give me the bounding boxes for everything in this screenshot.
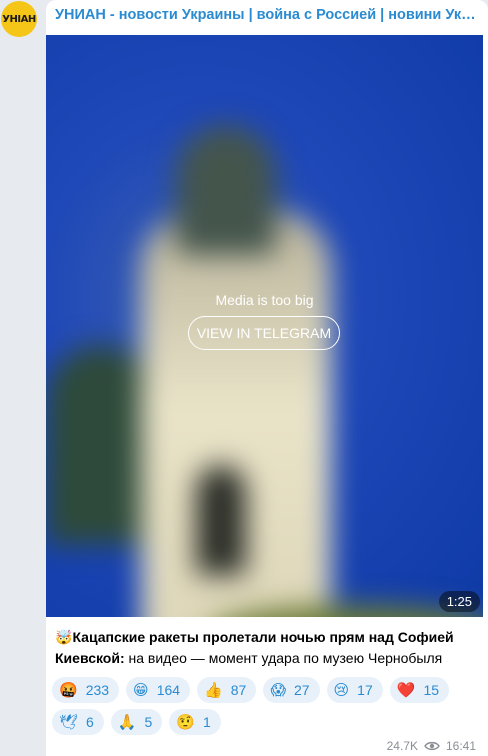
- thumbnail-cupola-shape: [176, 125, 276, 255]
- reaction-count: 15: [423, 682, 440, 698]
- scream-face-icon: 😱: [270, 681, 286, 699]
- reaction-pray[interactable]: 🙏 5: [110, 709, 163, 735]
- reaction-count: 6: [86, 714, 94, 730]
- media-too-big-text: Media is too big: [215, 292, 314, 308]
- thumbnail-window-shape: [196, 465, 246, 575]
- folded-hands-icon: 🙏: [117, 713, 137, 731]
- reaction-angry[interactable]: 🤬 233: [52, 677, 120, 703]
- message-time: 16:41: [445, 739, 476, 753]
- angry-face-icon: 🤬: [59, 681, 78, 699]
- reaction-count: 87: [230, 682, 247, 698]
- reaction-count: 17: [357, 682, 373, 698]
- view-count: 24.7K: [386, 739, 418, 753]
- reaction-count: 1: [203, 714, 211, 730]
- reaction-raised-eyebrow[interactable]: 🤨 1: [169, 709, 221, 735]
- reaction-cry[interactable]: 😢 17: [326, 677, 383, 703]
- eye-icon: [424, 741, 440, 751]
- channel-title[interactable]: УНИАН - новости Украины | война с Россие…: [55, 7, 480, 23]
- cry-face-icon: 😢: [333, 681, 350, 699]
- caption-text: на видео — момент удара по музею Чернобы…: [124, 650, 443, 666]
- message-meta: 24.7K 16:41: [387, 739, 476, 753]
- exploding-head-emoji-icon: 🤯: [55, 629, 73, 645]
- reaction-count: 5: [144, 714, 153, 730]
- reaction-heart[interactable]: ❤️ 15: [389, 677, 450, 703]
- message-caption: 🤯Кацапские ракеты пролетали ночью прям н…: [55, 627, 480, 669]
- reaction-count: 164: [156, 682, 181, 698]
- reaction-count: 27: [293, 682, 310, 698]
- reaction-grin[interactable]: 😁 164: [126, 677, 191, 703]
- reaction-scream[interactable]: 😱 27: [263, 677, 320, 703]
- reaction-count: 233: [85, 682, 110, 698]
- video-duration-badge: 1:25: [438, 591, 480, 612]
- channel-avatar[interactable]: УНІАН: [1, 1, 37, 37]
- raised-eyebrow-face-icon: 🤨: [176, 713, 196, 731]
- message-bubble: УНИАН - новости Украины | война с Россие…: [46, 0, 488, 756]
- thumbs-up-icon: 👍: [204, 681, 223, 699]
- reaction-dove[interactable]: 🕊 6: [52, 709, 104, 735]
- heart-icon: ❤️: [396, 681, 416, 699]
- reaction-thumbs-up[interactable]: 👍 87: [197, 677, 257, 703]
- reactions-list: 🤬 233 😁 164 👍 87 😱 27 😢 17 ❤️ 15 🕊 6 🙏 5 🤨 1: [52, 677, 482, 735]
- grin-face-icon: 😁: [133, 681, 149, 699]
- video-preview[interactable]: Media is too big VIEW IN TELEGRAM 1:25: [46, 35, 483, 617]
- dove-icon: 🕊: [59, 713, 79, 731]
- thumbnail-dome-shape: [46, 345, 156, 545]
- view-in-telegram-button[interactable]: VIEW IN TELEGRAM: [188, 316, 340, 350]
